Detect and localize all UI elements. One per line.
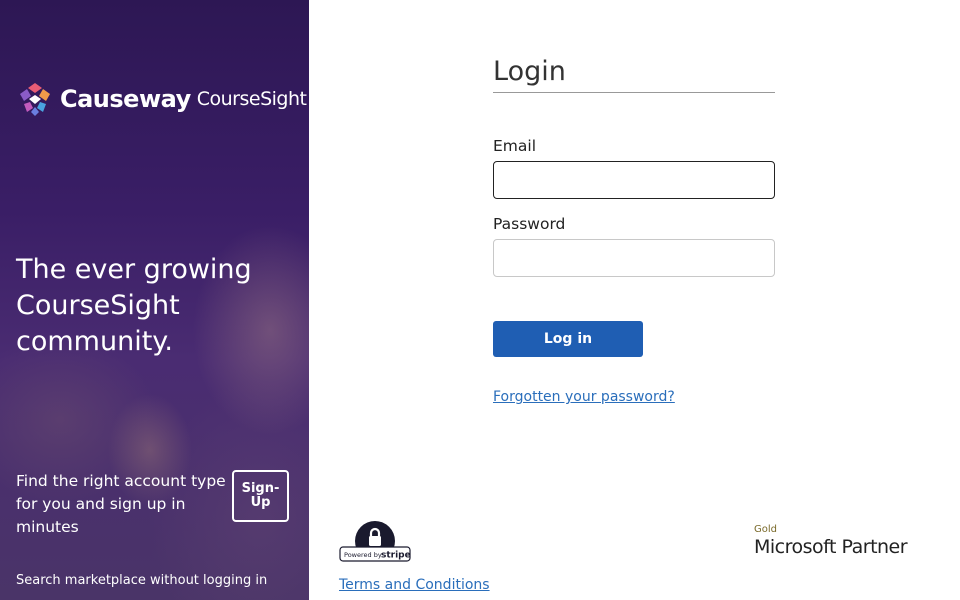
partner-tier: Gold xyxy=(754,524,777,535)
stripe-badge-brand-text: stripe xyxy=(381,551,411,561)
stripe-badge-small-text: Powered by xyxy=(344,551,382,559)
page-title: Login xyxy=(493,56,775,93)
microsoft-partner-badge: Gold Microsoft Partner xyxy=(754,524,908,558)
product-name: CourseSight xyxy=(196,88,307,110)
email-label: Email xyxy=(493,137,537,155)
terms-link[interactable]: Terms and Conditions xyxy=(339,577,490,593)
headline: The ever growing CourseSight community. xyxy=(16,254,252,357)
powered-by-stripe-badge: Powered by stripe xyxy=(339,521,411,562)
marketplace-link[interactable]: Search marketplace without logging in xyxy=(16,573,267,588)
password-label: Password xyxy=(493,215,566,233)
brand-name: Causeway xyxy=(60,85,191,113)
causeway-logo-icon xyxy=(20,83,50,116)
signup-button[interactable]: Sign-Up xyxy=(232,470,289,522)
login-button[interactable]: Log in xyxy=(493,321,643,357)
signup-description: Find the right account type for you and … xyxy=(16,472,226,536)
brand-logo: Causeway CourseSight xyxy=(16,80,307,118)
lock-icon xyxy=(369,536,381,546)
left-panel: Causeway CourseSight The ever growing Co… xyxy=(0,0,309,600)
email-field[interactable] xyxy=(493,161,775,199)
forgot-password-link[interactable]: Forgotten your password? xyxy=(493,389,675,405)
password-field[interactable] xyxy=(493,239,775,277)
login-form: Login Email Password Log in Forgotten yo… xyxy=(493,56,775,405)
partner-name: Microsoft Partner xyxy=(754,536,908,558)
